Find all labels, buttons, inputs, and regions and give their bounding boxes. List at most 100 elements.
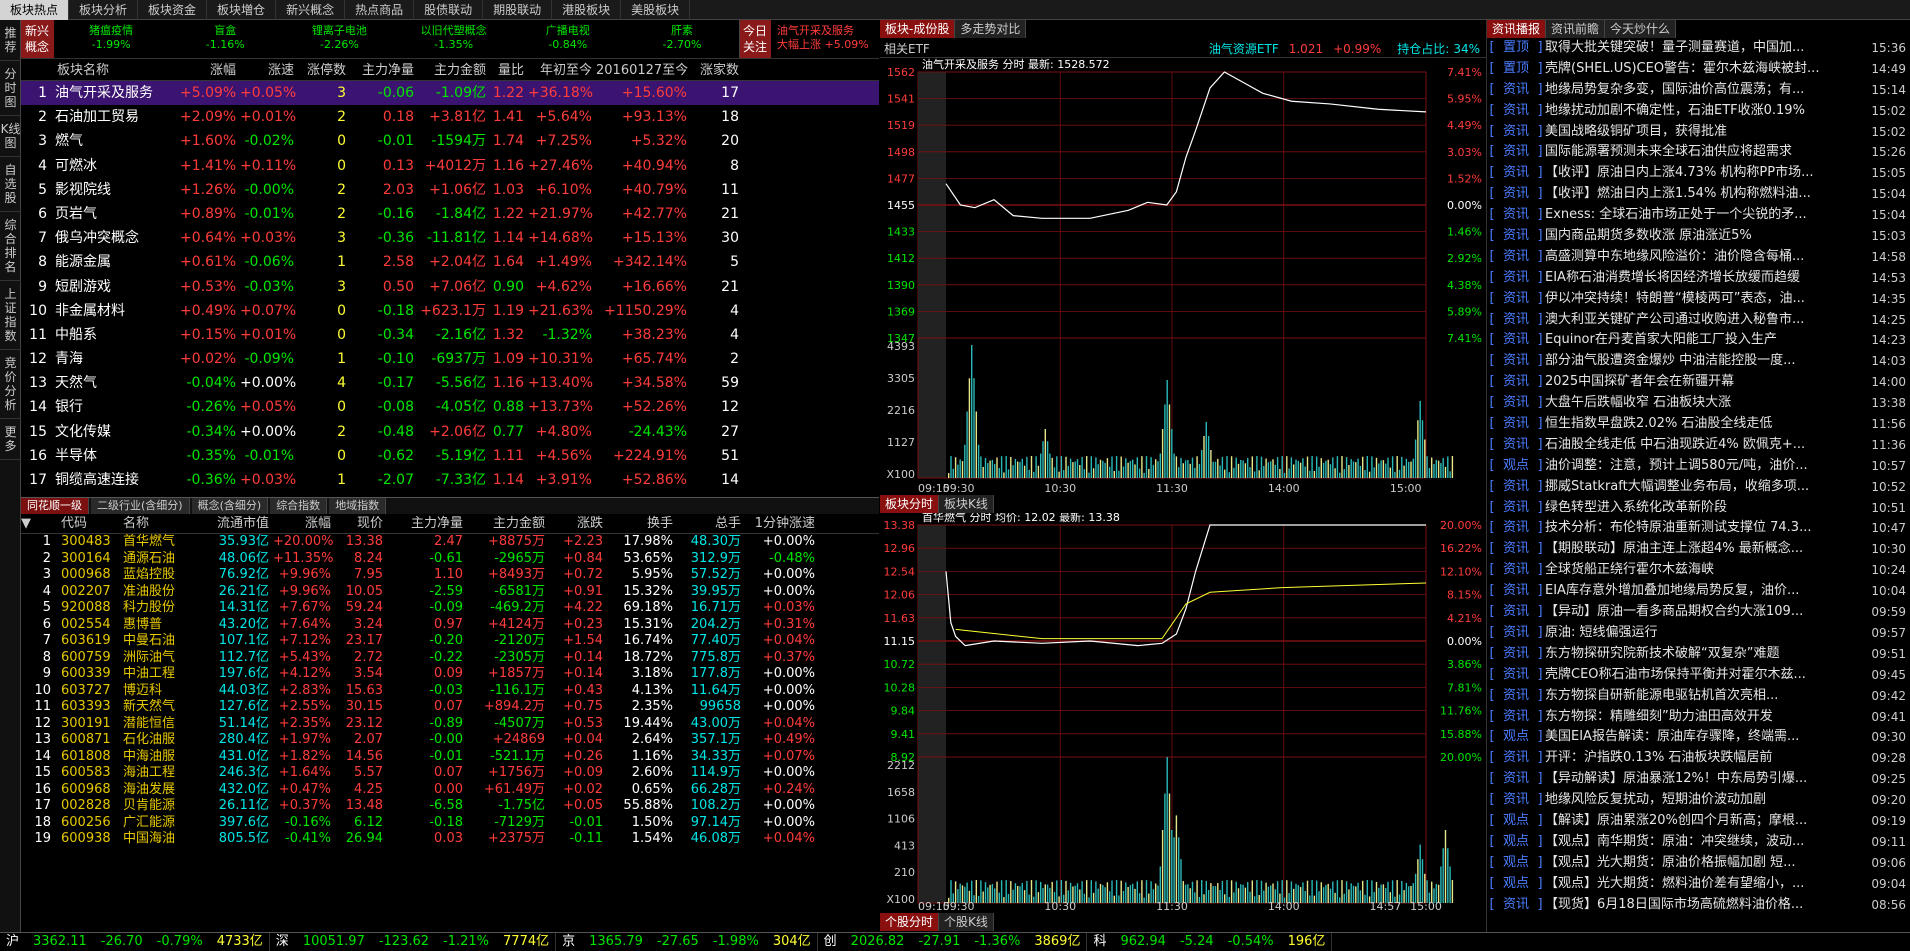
- concept-cell[interactable]: 盲盒 -1.16%: [168, 20, 282, 58]
- sector-row[interactable]: 14 银行 -0.26% +0.05% 0 -0.08 -4.05亿 0.88 +13.73% +…: [21, 395, 879, 419]
- stock-header-cell[interactable]: 换手: [607, 514, 677, 533]
- sector-row[interactable]: 1 油气开采及服务 +5.09% +0.05% 3 -0.06 -1.09亿 1.22 +36.…: [21, 81, 879, 106]
- stock-row[interactable]: 17 002828 贝肯能源 26.11亿 +0.37% 13.48 -6.58 -1.75亿…: [21, 798, 879, 815]
- sector-tab-0[interactable]: 同花顺一级: [21, 498, 89, 514]
- stock-row[interactable]: 3 000968 蓝焰控股 76.92亿 +9.96% 7.95 1.10 +8493万 +0.…: [21, 567, 879, 584]
- sector-row[interactable]: 13 天然气 -0.04% +0.00% 4 -0.17 -5.56亿 1.16 +13.40%…: [21, 371, 879, 395]
- stock-row[interactable]: 6 002554 惠博普 43.20亿 +7.64% 3.24 0.97 +4124万 +0.2…: [21, 617, 879, 634]
- top-tab-5[interactable]: 热点商品: [345, 0, 415, 20]
- highlight-sector[interactable]: 油气开采及服务 大幅上涨 +5.09%: [771, 20, 879, 58]
- header-filter-icon[interactable]: ▼: [21, 514, 61, 533]
- stock-header-cell[interactable]: 现价: [335, 514, 387, 533]
- sector-row[interactable]: 6 页岩气 +0.89% -0.01% 2 -0.16 -1.84亿 1.22 +21.97% +…: [21, 202, 879, 226]
- top-tab-3[interactable]: 板块増仓: [207, 0, 277, 20]
- sector-tab-3[interactable]: 综合指数: [270, 498, 328, 514]
- news-item[interactable]: [观点] 油价调整：注意，预计上调580元/吨，油价... 10:57: [1487, 456, 1910, 477]
- stock-header-cell[interactable]: 涨幅: [273, 514, 335, 533]
- sector-row[interactable]: 2 石油加工贸易 +2.09% +0.01% 2 0.18 +3.81亿 1.41 +5.64%…: [21, 105, 879, 129]
- news-item[interactable]: [资讯] 开评：沪指跌0.13% 石油板块跌幅居前 09:28: [1487, 748, 1910, 769]
- index-status-4[interactable]: 科 962.94 -5.24 -0.54% 196亿: [1087, 933, 1333, 951]
- news-item[interactable]: [资讯] 技术分析：布伦特原油重新测试支撑位 74.3... 10:47: [1487, 518, 1910, 539]
- vtab-5[interactable]: 上证指数: [0, 281, 21, 350]
- news-item[interactable]: [资讯] 美国战略级铜矿项目，获得批准 15:02: [1487, 122, 1910, 143]
- sector-header-cell[interactable]: 主力金额: [418, 61, 490, 80]
- top-tab-6[interactable]: 股债联动: [414, 0, 484, 20]
- vtab-7[interactable]: 更多: [0, 419, 21, 460]
- news-item[interactable]: [资讯] 地缘局势复杂多变，国际油价高位震荡；有... 15:14: [1487, 80, 1910, 101]
- top-tab-7[interactable]: 期股联动: [483, 0, 553, 20]
- index-status-3[interactable]: 创 2026.82 -27.91 -1.36% 3869亿: [818, 933, 1088, 951]
- news-item[interactable]: [观点] 【解读】原油累涨20%创四个月新高；摩根... 09:19: [1487, 811, 1910, 832]
- sector-header-cell[interactable]: 年初至今: [528, 61, 596, 80]
- news-item[interactable]: [资讯] 恒生指数早盘跌2.02% 石油股全线走低 11:56: [1487, 414, 1910, 435]
- news-item[interactable]: [资讯] 【异动】原油一看多商品期权合约大涨109... 09:59: [1487, 602, 1910, 623]
- stock-intraday-chart[interactable]: 13.38 20.00% 12.96 16.22% 12.54 12.10% 12.06 8.…: [880, 513, 1486, 913]
- news-item[interactable]: [资讯] Equinor在丹麦首家大阳能工厂投入生产 14:23: [1487, 330, 1910, 351]
- stock-row[interactable]: 4 002207 准油股份 26.21亿 +9.96% 10.05 -2.59 -6581万 +…: [21, 584, 879, 601]
- stock-header-cell[interactable]: 流通市值: [201, 514, 273, 533]
- news-item[interactable]: [资讯] EIA称石油消费增长将因经济增长放缓而趋缓 14:53: [1487, 268, 1910, 289]
- stock-row[interactable]: 8 600759 洲际油气 112.7亿 +5.43% 2.72 -0.22 -2305万 +0…: [21, 650, 879, 667]
- news-item[interactable]: [资讯] 国内商品期货多数收涨 原油涨近5% 15:03: [1487, 226, 1910, 247]
- news-item[interactable]: [资讯] 高盛测算中东地缘风险溢价：油价隐含每桶... 14:58: [1487, 247, 1910, 268]
- stock-row[interactable]: 2 300164 通源石油 48.06亿 +11.35% 8.24 -0.61 -2965万 +…: [21, 551, 879, 568]
- stock-header-cell[interactable]: 主力净量: [387, 514, 467, 533]
- concept-cell[interactable]: 以旧代塑概念 -1.35%: [397, 20, 511, 58]
- sector-header-cell[interactable]: 涨幅: [180, 61, 240, 80]
- tab-today-topics[interactable]: 今天炒什么: [1605, 20, 1677, 38]
- news-item[interactable]: [资讯] 壳牌CEO称石油市场保持平衡并对霍尔木兹... 09:45: [1487, 665, 1910, 686]
- concept-cell[interactable]: 锂离子电池 -2.26%: [282, 20, 396, 58]
- vtab-0[interactable]: 推荐: [0, 20, 21, 61]
- today-focus-button[interactable]: 今日关注: [739, 20, 771, 58]
- stock-row[interactable]: 14 601808 中海油服 431.0亿 +1.82% 14.56 -0.01 -521.1…: [21, 749, 879, 766]
- sector-header-cell[interactable]: 涨速: [240, 61, 298, 80]
- stock-header-cell[interactable]: 总手: [677, 514, 745, 533]
- news-item[interactable]: [资讯] 【期股联动】原油主连上涨超4% 最新概念... 10:30: [1487, 539, 1910, 560]
- top-tab-0[interactable]: 板块热点: [0, 0, 70, 20]
- stock-header-cell[interactable]: 涨跌: [549, 514, 607, 533]
- index-status-0[interactable]: 沪 3362.11 -26.70 -0.79% 4733亿: [0, 933, 270, 951]
- tab-sector-kline[interactable]: 板块K线: [939, 495, 994, 513]
- etf-name[interactable]: 油气资源ETF: [1209, 40, 1279, 57]
- news-item[interactable]: [资讯] 澳大利亚关键矿产公司通过收购进入秘鲁市... 14:25: [1487, 310, 1910, 331]
- news-item[interactable]: [资讯] 挪威Statkraft大幅调整业务布局，收缩多项... 10:52: [1487, 477, 1910, 498]
- stock-row[interactable]: 19 600938 中国海油 805.5亿 -0.41% 26.94 0.03 +2375万 -…: [21, 831, 879, 848]
- sector-header-cell[interactable]: 涨家数: [691, 61, 743, 80]
- sector-header-cell[interactable]: 量比: [490, 61, 528, 80]
- top-tab-1[interactable]: 板块分析: [69, 0, 139, 20]
- news-item[interactable]: [资讯] 地缘风险反复扰动，短期油价波动加剧 09:20: [1487, 790, 1910, 811]
- tab-compare[interactable]: 多走势对比: [955, 20, 1027, 38]
- sector-row[interactable]: 16 半导体 -0.35% -0.01% 0 -0.62 -5.19亿 1.11 +4.56% +…: [21, 444, 879, 468]
- news-item[interactable]: [观点] 美国EIA报告解读：原油库存骤降，终端需... 09:30: [1487, 727, 1910, 748]
- tab-news-preview[interactable]: 资讯前瞻: [1546, 20, 1606, 38]
- sector-tab-2[interactable]: 概念(含细分): [191, 498, 269, 514]
- news-item[interactable]: [资讯] 【收评】原油日内上涨4.73% 机构称PP市场... 15:05: [1487, 163, 1910, 184]
- concept-cell[interactable]: 猪瘟疫情 -1.99%: [54, 20, 168, 58]
- sector-header-cell[interactable]: 主力净量: [350, 61, 418, 80]
- news-item[interactable]: [资讯] 绿色转型进入系统化改革新阶段 10:51: [1487, 498, 1910, 519]
- top-tab-2[interactable]: 板块资金: [138, 0, 208, 20]
- news-item[interactable]: [资讯] 原油: 短线偏强运行 09:57: [1487, 623, 1910, 644]
- news-item[interactable]: [资讯] 东方物探自研新能源电驱钻机首次亮相... 09:42: [1487, 686, 1910, 707]
- vtab-6[interactable]: 竞价分析: [0, 350, 21, 419]
- stock-row[interactable]: 15 600583 海油工程 246.3亿 +1.64% 5.57 0.07 +1756万 +0…: [21, 765, 879, 782]
- sector-row[interactable]: 3 燃气 +1.60% -0.02% 0 -0.01 -1594万 1.74 +7.25% +5.…: [21, 129, 879, 153]
- sector-row[interactable]: 10 非金属材料 +0.49% +0.07% 0 -0.18 +623.1万 1.19 +21.…: [21, 299, 879, 323]
- stock-row[interactable]: 16 600968 海油发展 432.0亿 +0.47% 4.25 0.00 +61.49万 +…: [21, 782, 879, 799]
- news-item[interactable]: [资讯] EIA库存意外增加叠加地缘局势反复，油价... 10:04: [1487, 581, 1910, 602]
- stock-header-cell[interactable]: 1分钟涨速: [745, 514, 819, 533]
- sector-row[interactable]: 15 文化传媒 -0.34% +0.00% 2 -0.48 +2.06亿 0.77 +4.80%…: [21, 420, 879, 444]
- sector-tab-4[interactable]: 地域指数: [329, 498, 387, 514]
- news-item[interactable]: [置顶] 取得大批关键突破！量子测量赛道，中国加... 15:36: [1487, 38, 1910, 59]
- news-item[interactable]: [观点] 【观点】光大期货：原油价格振幅加剧 短... 09:06: [1487, 853, 1910, 874]
- sector-header-cell[interactable]: 涨停数: [298, 61, 350, 80]
- tab-stock-kline[interactable]: 个股K线: [939, 913, 994, 931]
- sector-row[interactable]: 11 中船系 +0.15% +0.01% 0 -0.34 -2.16亿 1.32 -1.32% +…: [21, 323, 879, 347]
- index-status-2[interactable]: 京 1365.79 -27.65 -1.98% 304亿: [556, 933, 818, 951]
- stock-row[interactable]: 7 603619 中曼石油 107.1亿 +7.12% 23.17 -0.20 -2120万 +…: [21, 633, 879, 650]
- news-item[interactable]: [资讯] 全球货船正绕行霍尔木兹海峡 10:24: [1487, 560, 1910, 581]
- sector-header-cell[interactable]: 20160127至今: [596, 61, 691, 80]
- news-item[interactable]: [资讯] 大盘午后跌幅收窄 石油板块大涨 13:38: [1487, 393, 1910, 414]
- vtab-3[interactable]: 自选股: [0, 157, 21, 212]
- news-item[interactable]: [资讯] 石油股全线走低 中石油现跌近4% 欧佩克+... 11:36: [1487, 435, 1910, 456]
